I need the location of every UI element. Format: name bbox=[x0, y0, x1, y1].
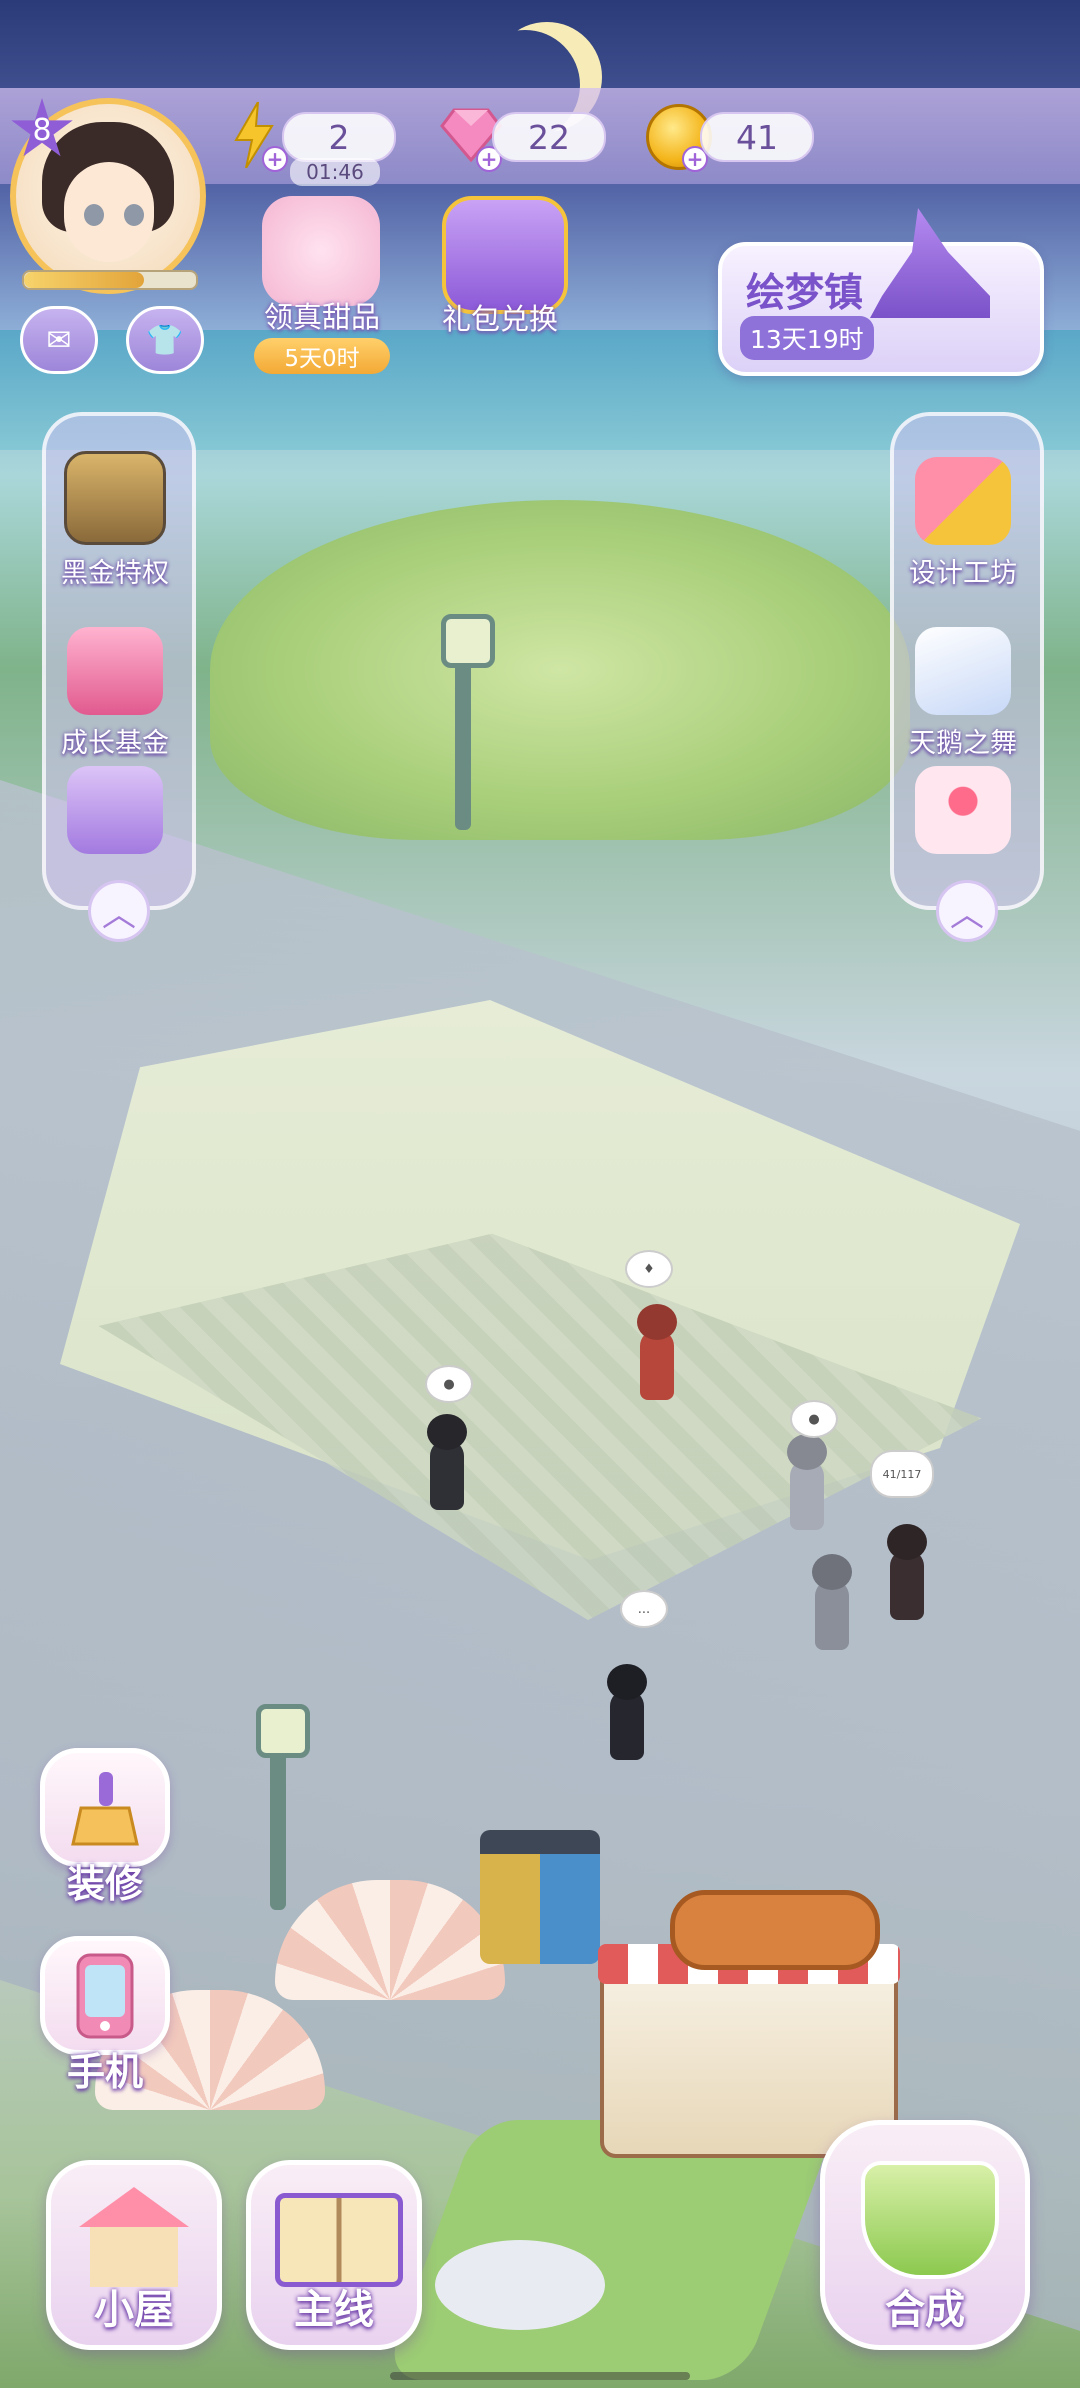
bubble-count-text: 41/117 bbox=[882, 1467, 922, 1481]
drink-bubble[interactable]: ● bbox=[425, 1365, 473, 1403]
gem-icon: ♦ bbox=[643, 1261, 655, 1277]
wardrobe-button[interactable]: 👕 bbox=[126, 306, 204, 374]
gift-redeem-button[interactable]: 礼包兑换 bbox=[420, 196, 580, 346]
brush-icon bbox=[40, 1748, 170, 1867]
phone-icon bbox=[40, 1936, 170, 2055]
gem-bubble[interactable]: ♦ bbox=[625, 1250, 673, 1288]
garden-plaza[interactable] bbox=[210, 500, 910, 840]
energy-timer: 01:46 bbox=[290, 158, 380, 186]
town-time-left: 13天19时 bbox=[740, 316, 874, 360]
npc-character[interactable] bbox=[640, 1330, 674, 1400]
merge-button[interactable]: 合成 bbox=[820, 2120, 1030, 2350]
npc-cat[interactable] bbox=[815, 1580, 849, 1650]
experience-bar bbox=[22, 270, 198, 290]
street-lamp bbox=[441, 614, 495, 830]
home-indicator bbox=[390, 2372, 690, 2380]
npc-cat[interactable] bbox=[430, 1440, 464, 1510]
coin-counter: 41 bbox=[700, 112, 814, 162]
cat-gift-icon bbox=[67, 766, 163, 854]
coin-bubble[interactable]: 41/117 bbox=[870, 1450, 934, 1498]
ruler-pencil-icon bbox=[915, 457, 1011, 545]
mail-icon: ✉ bbox=[46, 322, 72, 358]
vip-privilege-button[interactable]: 黑金特权 bbox=[42, 440, 188, 590]
dessert-event-label: 领真甜品 bbox=[263, 300, 380, 334]
energy-counter: 2 bbox=[282, 112, 396, 162]
energy-value: 2 bbox=[328, 117, 350, 157]
chevron-up-icon: ︿ bbox=[950, 894, 984, 935]
vip-card-icon bbox=[64, 451, 166, 545]
street-lamp bbox=[256, 1704, 310, 1910]
mail-button[interactable]: ✉ bbox=[20, 306, 98, 374]
lawn-rug bbox=[435, 2240, 605, 2330]
teacup-icon bbox=[861, 2161, 999, 2279]
chevron-up-icon: ︿ bbox=[102, 894, 136, 935]
phone-button[interactable]: 手机 bbox=[30, 1936, 180, 2096]
npc-cat[interactable] bbox=[790, 1460, 824, 1530]
coin-value: 41 bbox=[736, 117, 778, 157]
park-lawn bbox=[382, 2120, 838, 2380]
house-button[interactable]: 小屋 bbox=[46, 2160, 222, 2350]
merge-label: 合成 bbox=[885, 2287, 965, 2333]
drink-icon: ● bbox=[443, 1376, 455, 1392]
feather-icon bbox=[915, 627, 1011, 715]
drink-icon: ● bbox=[808, 1411, 820, 1427]
npc-character[interactable] bbox=[890, 1550, 924, 1620]
gem-counter: 22 bbox=[492, 112, 606, 162]
design-workshop-button[interactable]: 设计工坊 bbox=[890, 440, 1036, 590]
bubble-text: ... bbox=[637, 1601, 651, 1617]
dessert-countdown: 5天0时 bbox=[254, 338, 390, 374]
cake-event-button[interactable] bbox=[890, 710, 1036, 860]
gift-box-icon bbox=[67, 627, 163, 715]
book-icon bbox=[275, 2193, 403, 2287]
decorate-label: 装修 bbox=[66, 1862, 143, 1906]
recycling-bins bbox=[480, 1830, 600, 1964]
main-story-button[interactable]: 主线 bbox=[246, 2160, 422, 2350]
cake-icon bbox=[915, 766, 1011, 854]
right-panel-expand-button[interactable]: ︿ bbox=[936, 880, 998, 942]
phone-label: 手机 bbox=[66, 2050, 143, 2094]
hotdog-sign bbox=[670, 1890, 880, 1970]
gift-redeem-label: 礼包兑换 bbox=[441, 302, 558, 336]
player-character[interactable] bbox=[610, 1690, 644, 1760]
gem-value: 22 bbox=[528, 117, 570, 157]
decorate-button[interactable]: 装修 bbox=[30, 1748, 180, 1908]
drink-bubble[interactable]: ● bbox=[790, 1400, 838, 1438]
shirt-icon: 👕 bbox=[146, 322, 184, 358]
add-energy-button[interactable]: + bbox=[262, 146, 288, 172]
dessert-icon bbox=[262, 196, 380, 306]
left-panel-expand-button[interactable]: ︿ bbox=[88, 880, 150, 942]
vip-privilege-label: 黑金特权 bbox=[61, 558, 169, 589]
town-name: 绘梦镇 bbox=[746, 271, 864, 316]
cat-gift-button[interactable] bbox=[42, 710, 188, 860]
speech-bubble[interactable]: ... bbox=[620, 1590, 668, 1628]
design-workshop-label: 设计工坊 bbox=[909, 558, 1017, 589]
house-icon bbox=[79, 2187, 189, 2287]
